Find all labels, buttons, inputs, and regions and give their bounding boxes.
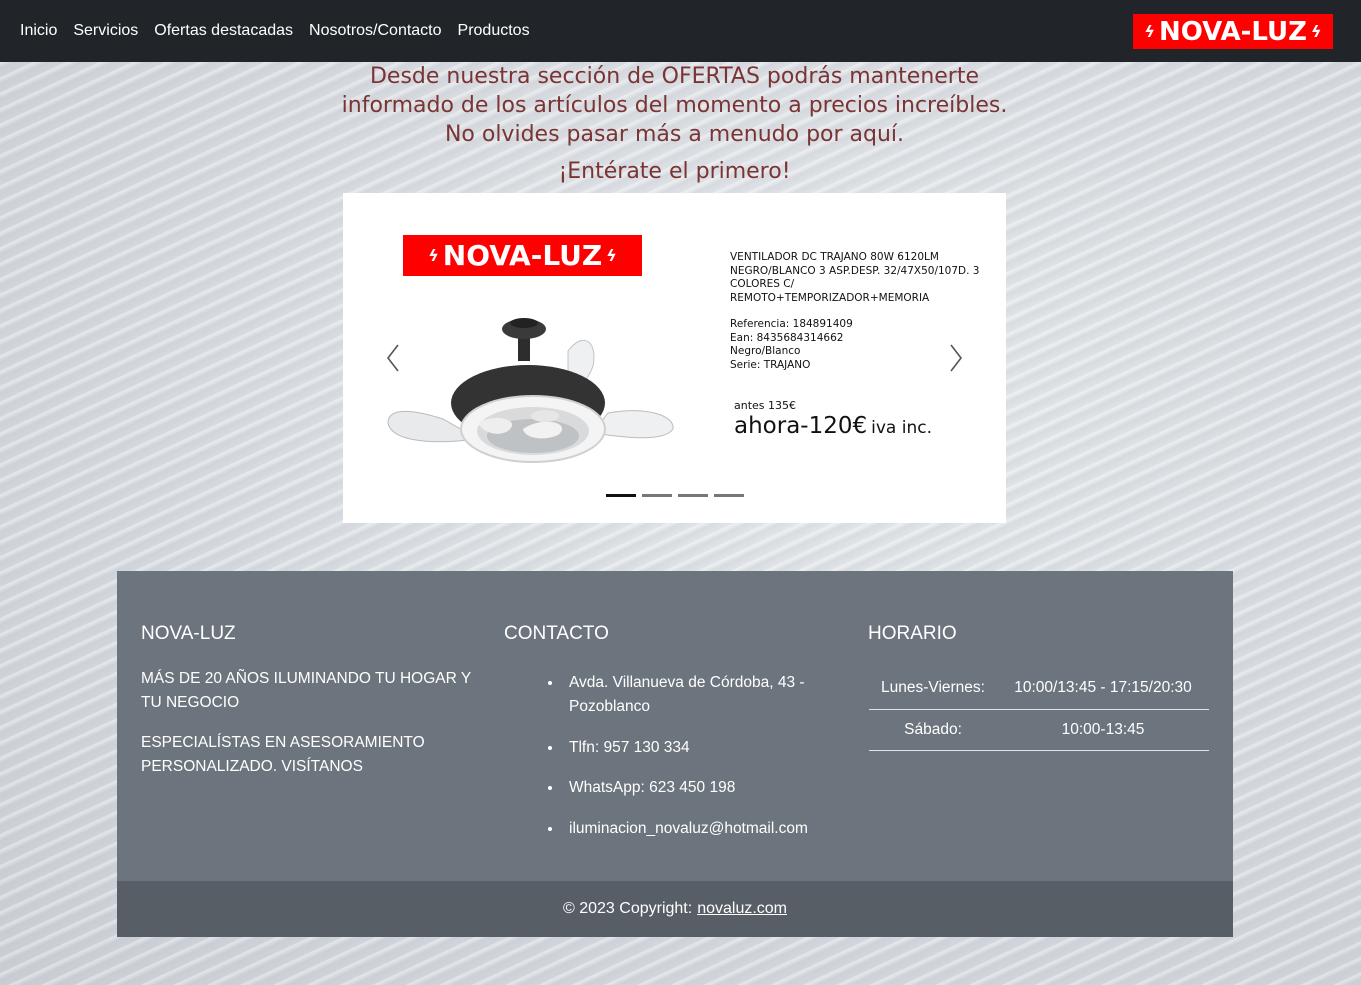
footer: NOVA-LUZ MÁS DE 20 AÑOS ILUMINANDO TU HO…	[117, 571, 1233, 937]
brand-name: NOVA-LUZ	[1158, 16, 1308, 47]
contact-whatsapp[interactable]: WhatsApp: 623 450 198	[563, 776, 853, 800]
footer-about: MÁS DE 20 AÑOS ILUMINANDO TU HOGAR Y TU …	[141, 667, 481, 795]
hours-table: Lunes-Viernes: 10:00/13:45 - 17:15/20:30…	[869, 668, 1209, 751]
price-now: ahora-120€ iva inc.	[734, 413, 932, 439]
nav-link-inicio[interactable]: Inicio	[20, 22, 57, 40]
price-before: antes 135€	[734, 399, 797, 412]
intro-line-3: No olvides pasar más a menudo por aquí.	[444, 122, 905, 147]
offers-intro: Desde nuestra sección de OFERTAS podrás …	[0, 62, 1349, 186]
price-suffix: iva inc.	[871, 418, 932, 438]
nav-links: Inicio Servicios Ofertas destacadas Noso…	[20, 0, 546, 62]
carousel-indicator-3[interactable]	[678, 494, 708, 497]
contact-address: Avda. Villanueva de Córdoba, 43 - Pozobl…	[563, 671, 853, 719]
intro-line-1: Desde nuestra sección de OFERTAS podrás …	[369, 64, 980, 89]
carousel-indicator-2[interactable]	[642, 494, 672, 497]
carousel-indicators	[606, 494, 750, 497]
carousel-indicator-1[interactable]	[606, 494, 636, 497]
hours-day: Sábado:	[869, 709, 997, 751]
offers-carousel: ϟ NOVA-LUZ ϟ VENTILADOR DC TRAJANO 80W 6…	[343, 193, 1006, 523]
product-title: VENTILADOR DC TRAJANO 80W 6120LM NEGRO/B…	[730, 251, 980, 304]
copyright-link[interactable]: novaluz.com	[697, 900, 787, 918]
product-reference: Referencia: 184891409	[730, 318, 853, 330]
hours-time: 10:00-13:45	[997, 709, 1209, 751]
hours-row: Sábado: 10:00-13:45	[869, 709, 1209, 751]
footer-hours-title: HORARIO	[868, 623, 957, 644]
contact-email[interactable]: iluminacion_novaluz@hotmail.com	[563, 817, 853, 841]
ceiling-fan-image	[387, 318, 674, 463]
lightning-icon: ϟ	[1144, 22, 1155, 41]
card-logo-text: NOVA-LUZ	[442, 239, 603, 272]
lightning-icon: ϟ	[606, 246, 617, 265]
about-text-1: MÁS DE 20 AÑOS ILUMINANDO TU HOGAR Y TU …	[141, 670, 471, 711]
copyright-text: © 2023 Copyright:	[562, 900, 693, 917]
footer-contact-title: CONTACTO	[504, 623, 609, 644]
contact-list: Avda. Villanueva de Córdoba, 43 - Pozobl…	[563, 671, 853, 857]
nav-link-productos[interactable]: Productos	[458, 22, 530, 40]
footer-about-title: NOVA-LUZ	[141, 623, 236, 644]
price-now-value: ahora-120€	[734, 413, 868, 439]
contact-phone[interactable]: Tlfn: 957 130 334	[563, 736, 853, 760]
chevron-right-icon[interactable]	[941, 343, 971, 373]
nav-link-contacto[interactable]: Nosotros/Contacto	[309, 22, 442, 40]
copyright-bar: © 2023 Copyright: novaluz.com	[117, 881, 1233, 937]
lightning-icon: ϟ	[428, 246, 439, 265]
hours-day: Lunes-Viernes:	[869, 668, 997, 710]
brand-logo[interactable]: ϟ NOVA-LUZ ϟ	[1133, 14, 1333, 49]
chevron-left-icon[interactable]	[380, 343, 410, 373]
nav-link-servicios[interactable]: Servicios	[73, 22, 138, 40]
intro-line-2: informado de los artículos del momento a…	[341, 93, 1008, 118]
hours-time: 10:00/13:45 - 17:15/20:30	[997, 668, 1209, 710]
hours-row: Lunes-Viernes: 10:00/13:45 - 17:15/20:30	[869, 668, 1209, 710]
navbar: Inicio Servicios Ofertas destacadas Noso…	[0, 0, 1361, 62]
about-text-2: ESPECIALÍSTAS EN ASESORAMIENTO PERSONALI…	[141, 734, 425, 775]
lightning-icon: ϟ	[1311, 22, 1322, 41]
intro-cta: ¡Entérate el primero!	[558, 159, 791, 184]
carousel-indicator-4[interactable]	[714, 494, 744, 497]
product-card-logo: ϟ NOVA-LUZ ϟ	[403, 235, 642, 276]
nav-link-ofertas[interactable]: Ofertas destacadas	[154, 22, 293, 40]
